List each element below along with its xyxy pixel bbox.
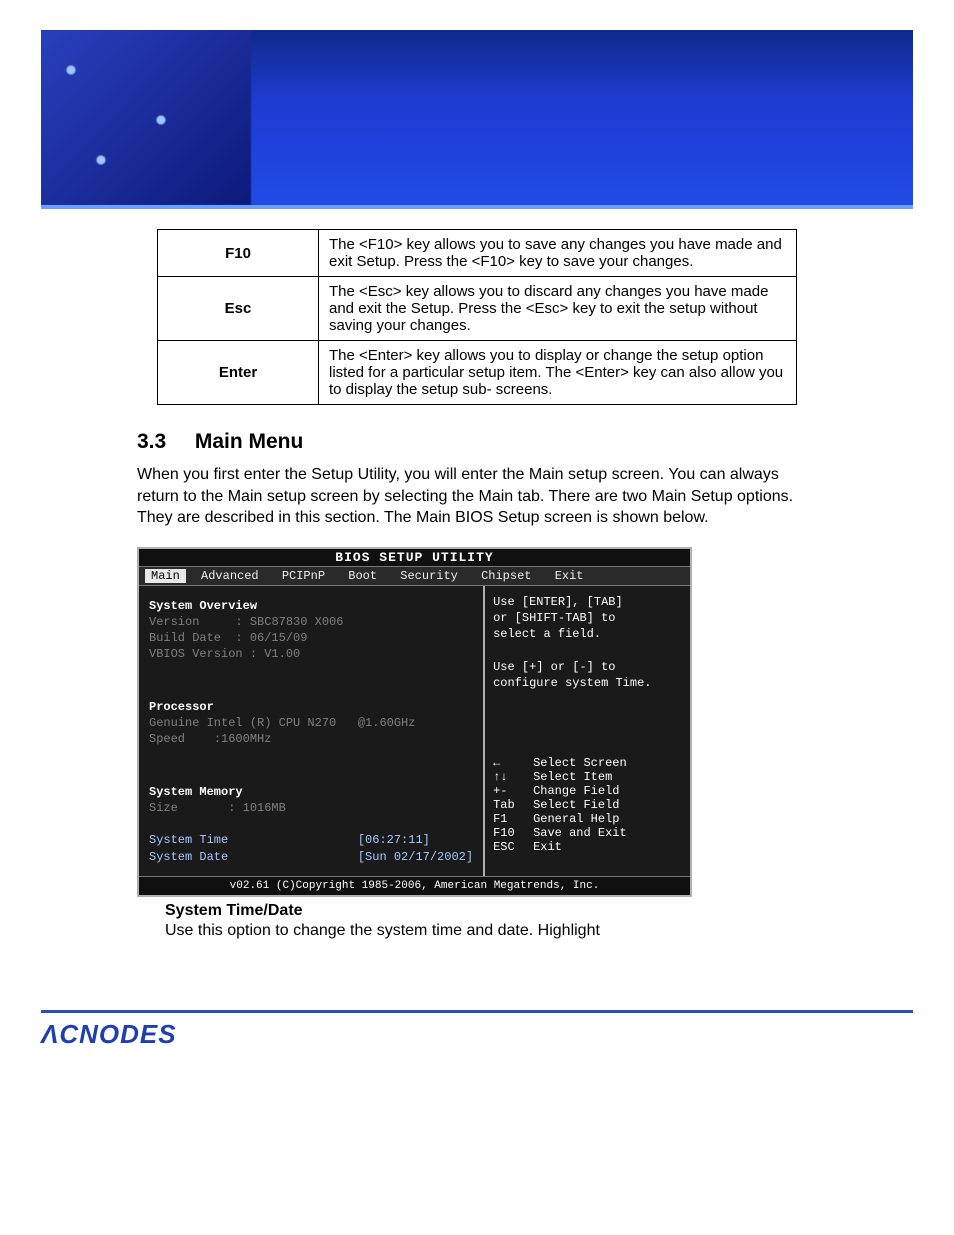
bios-tab-chipset[interactable]: Chipset bbox=[473, 569, 539, 583]
bios-tab-security[interactable]: Security bbox=[392, 569, 466, 583]
bios-copyright: v02.61 (C)Copyright 1985-2006, American … bbox=[139, 876, 690, 895]
bios-processor-name: Genuine Intel (R) CPU N270 @1.60GHz bbox=[149, 715, 473, 731]
bios-time-value: [06:27:11] bbox=[358, 833, 430, 847]
bios-tab-exit[interactable]: Exit bbox=[547, 569, 592, 583]
bios-date-label: System Date bbox=[149, 850, 228, 864]
bios-vbios-label: VBIOS Version bbox=[149, 647, 243, 661]
bios-system-date-row[interactable]: System Date [Sun 02/17/2002] bbox=[149, 849, 473, 865]
bios-help-line: Use [+] or [-] to bbox=[493, 659, 682, 675]
bios-nav-hint: F1General Help bbox=[493, 812, 682, 826]
page-footer-rule: ΛCNODES bbox=[41, 1010, 913, 1050]
bios-tab-advanced[interactable]: Advanced bbox=[193, 569, 267, 583]
bios-build-label: Build Date bbox=[149, 631, 221, 645]
bios-tab-pcipnp[interactable]: PCIPnP bbox=[274, 569, 333, 583]
section-title: Main Menu bbox=[195, 430, 304, 453]
hotkey-name: F10 bbox=[158, 230, 319, 277]
bios-memory-heading: System Memory bbox=[149, 784, 473, 800]
bios-tab-boot[interactable]: Boot bbox=[340, 569, 385, 583]
hotkey-desc: The <Enter> key allows you to display or… bbox=[319, 341, 797, 405]
bios-nav-hint: ↑↓Select Item bbox=[493, 770, 682, 784]
bios-speed-label: Speed bbox=[149, 732, 185, 746]
bios-help-line: Use [ENTER], [TAB] bbox=[493, 594, 682, 610]
table-row: F10 The <F10> key allows you to save any… bbox=[158, 230, 797, 277]
section-number: 3.3 bbox=[137, 430, 189, 454]
bios-time-label: System Time bbox=[149, 833, 228, 847]
bios-help-line: select a field. bbox=[493, 626, 682, 642]
bios-title: BIOS SETUP UTILITY bbox=[139, 549, 690, 566]
bios-size-value: 1016MB bbox=[243, 801, 286, 815]
bios-nav-hint: +-Change Field bbox=[493, 784, 682, 798]
bios-system-time-row[interactable]: System Time [06:27:11] bbox=[149, 832, 473, 848]
bios-speed-value: 1600MHz bbox=[221, 732, 271, 746]
hotkey-table: F10 The <F10> key allows you to save any… bbox=[157, 229, 797, 405]
subsection-title: System Time/Date bbox=[165, 902, 817, 920]
acnodes-logo: ΛCNODES bbox=[41, 1019, 913, 1050]
hotkey-desc: The <F10> key allows you to save any cha… bbox=[319, 230, 797, 277]
bios-left-pane: System Overview Version : SBC87830 X006 … bbox=[139, 586, 485, 876]
bios-help-line: configure system Time. bbox=[493, 675, 682, 691]
bios-processor-heading: Processor bbox=[149, 699, 473, 715]
bios-nav-hint: TabSelect Field bbox=[493, 798, 682, 812]
header-banner-graphic bbox=[41, 30, 251, 205]
bios-version-label: Version bbox=[149, 615, 199, 629]
header-banner bbox=[41, 30, 913, 209]
bios-nav-hint: F10Save and Exit bbox=[493, 826, 682, 840]
bios-menubar: Main Advanced PCIPnP Boot Security Chips… bbox=[139, 566, 690, 586]
bios-version-value: SBC87830 X006 bbox=[250, 615, 344, 629]
bios-overview-heading: System Overview bbox=[149, 598, 473, 614]
bios-build-value: 06/15/09 bbox=[250, 631, 308, 645]
table-row: Esc The <Esc> key allows you to discard … bbox=[158, 277, 797, 341]
bios-nav-hint: ← Select Screen bbox=[493, 756, 682, 770]
hotkey-name: Esc bbox=[158, 277, 319, 341]
subsection-text: Use this option to change the system tim… bbox=[165, 922, 817, 940]
bios-nav-hint: ESCExit bbox=[493, 840, 682, 854]
bios-help-line: or [SHIFT-TAB] to bbox=[493, 610, 682, 626]
bios-vbios-value: V1.00 bbox=[264, 647, 300, 661]
section-heading: 3.3 Main Menu bbox=[137, 430, 817, 454]
hotkey-name: Enter bbox=[158, 341, 319, 405]
table-row: Enter The <Enter> key allows you to disp… bbox=[158, 341, 797, 405]
bios-tab-main[interactable]: Main bbox=[145, 569, 186, 583]
bios-right-pane: Use [ENTER], [TAB] or [SHIFT-TAB] to sel… bbox=[485, 586, 690, 876]
hotkey-desc: The <Esc> key allows you to discard any … bbox=[319, 277, 797, 341]
section-intro: When you first enter the Setup Utility, … bbox=[137, 464, 817, 529]
bios-size-label: Size bbox=[149, 801, 178, 815]
bios-screenshot: BIOS SETUP UTILITY Main Advanced PCIPnP … bbox=[137, 547, 692, 897]
bios-date-value: [Sun 02/17/2002] bbox=[358, 850, 473, 864]
